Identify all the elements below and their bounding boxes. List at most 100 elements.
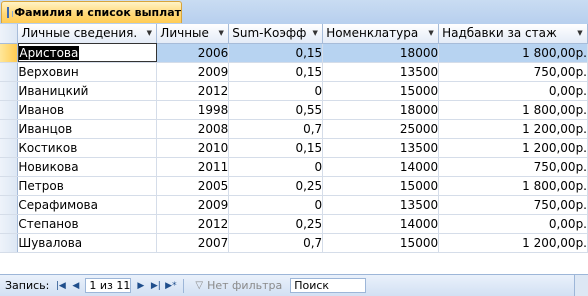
next-record-icon[interactable]: ▶: [134, 279, 147, 293]
previous-record-icon[interactable]: ◀: [69, 279, 82, 293]
table-cell[interactable]: 13500: [322, 138, 440, 158]
record-selector[interactable]: [0, 195, 19, 215]
table-cell[interactable]: 2008: [156, 119, 230, 139]
chevron-down-icon[interactable]: ▼: [576, 29, 584, 37]
table-cell[interactable]: Степанов: [17, 214, 158, 234]
table-cell[interactable]: Серафимова: [17, 195, 158, 215]
table-cell[interactable]: 0,7: [228, 119, 324, 139]
table-cell[interactable]: 2006: [156, 43, 230, 63]
record-selector[interactable]: [0, 43, 19, 63]
table-cell[interactable]: 2012: [156, 214, 230, 234]
record-position-input[interactable]: 1 из 11: [85, 278, 132, 293]
table-cell[interactable]: 750,00р.: [438, 62, 588, 82]
table-cell[interactable]: 0,25: [228, 214, 324, 234]
new-record-icon[interactable]: ▶*: [164, 279, 177, 293]
table-row[interactable]: Петров 2005 0,25 15000 1 800,00р.: [0, 176, 588, 196]
table-cell[interactable]: Иванцов: [17, 119, 158, 139]
record-selector[interactable]: [0, 176, 19, 196]
table-cell[interactable]: 0,00р.: [438, 81, 588, 101]
table-cell[interactable]: 0,15: [228, 43, 324, 63]
table-cell[interactable]: 0: [228, 157, 324, 177]
column-header-lichnye[interactable]: Личные ▼: [156, 24, 230, 44]
table-cell[interactable]: 2009: [156, 62, 230, 82]
table-cell[interactable]: Петров: [17, 176, 158, 196]
table-row[interactable]: Серафимова 2009 0 13500 750,00р.: [0, 195, 588, 215]
table-cell[interactable]: 14000: [322, 214, 440, 234]
table-row[interactable]: Шувалова 2007 0,7 15000 1 200,00р.: [0, 233, 588, 253]
record-selector[interactable]: [0, 157, 19, 177]
table-row[interactable]: Верховин 2009 0,15 13500 750,00р.: [0, 62, 588, 82]
record-selector[interactable]: [0, 214, 19, 234]
selected-cell-text: Аристова: [18, 45, 80, 60]
chevron-down-icon[interactable]: ▼: [217, 29, 225, 37]
document-tab[interactable]: Фамилия и список выплат: [1, 1, 182, 23]
table-cell[interactable]: 2010: [156, 138, 230, 158]
table-cell[interactable]: 750,00р.: [438, 195, 588, 215]
chevron-down-icon[interactable]: ▼: [427, 29, 435, 37]
table-cell[interactable]: Шувалова: [17, 233, 158, 253]
record-selector[interactable]: [0, 100, 19, 120]
table-cell[interactable]: 18000: [322, 43, 440, 63]
record-selector[interactable]: [0, 138, 19, 158]
datasheet-body: Аристова 2006 0,15 18000 1 800,00р. Верховин 2…: [0, 43, 588, 253]
table-cell[interactable]: 2011: [156, 157, 230, 177]
chevron-down-icon[interactable]: ▼: [311, 29, 319, 37]
table-cell[interactable]: 0,25: [228, 176, 324, 196]
record-selector[interactable]: [0, 119, 19, 139]
table-row[interactable]: Новикова 2011 0 14000 750,00р.: [0, 157, 588, 177]
table-cell[interactable]: Новикова: [17, 157, 158, 177]
table-cell[interactable]: 1998: [156, 100, 230, 120]
table-cell[interactable]: 15000: [322, 176, 440, 196]
table-cell[interactable]: 2005: [156, 176, 230, 196]
table-cell[interactable]: 2009: [156, 195, 230, 215]
table-cell[interactable]: 13500: [322, 62, 440, 82]
table-cell[interactable]: 1 800,00р.: [438, 43, 588, 63]
column-header-nadbavki[interactable]: Надбавки за стаж ▼: [438, 24, 588, 44]
table-row[interactable]: Иванов 1998 0,55 18000 1 800,00р.: [0, 100, 588, 120]
record-selector[interactable]: [0, 62, 19, 82]
table-cell[interactable]: 1 200,00р.: [438, 138, 588, 158]
table-cell[interactable]: 0,15: [228, 138, 324, 158]
table-row[interactable]: Костиков 2010 0,15 13500 1 200,00р.: [0, 138, 588, 158]
last-record-icon[interactable]: ▶|: [149, 279, 162, 293]
table-row[interactable]: Аристова 2006 0,15 18000 1 800,00р.: [0, 43, 588, 63]
table-cell[interactable]: Костиков: [17, 138, 158, 158]
table-row[interactable]: Степанов 2012 0,25 14000 0,00р.: [0, 214, 588, 234]
table-cell[interactable]: Аристова: [17, 43, 158, 63]
table-cell[interactable]: 0,15: [228, 62, 324, 82]
column-header-nomenklatura[interactable]: Номенклатура ▼: [322, 24, 440, 44]
column-header-familiya[interactable]: Личные сведения. ▼: [17, 24, 158, 44]
table-cell[interactable]: 15000: [322, 81, 440, 101]
table-cell[interactable]: 18000: [322, 100, 440, 120]
table-cell[interactable]: 0: [228, 195, 324, 215]
table-cell[interactable]: 2012: [156, 81, 230, 101]
filter-toggle-button[interactable]: ▽ Нет фильтра: [195, 279, 282, 292]
table-row[interactable]: Иваницкий 2012 0 15000 0,00р.: [0, 81, 588, 101]
table-cell[interactable]: 0,00р.: [438, 214, 588, 234]
datasheet-table: Личные сведения. ▼ Личные ▼ Sum-Коэфф ▼ Ном…: [0, 24, 588, 253]
table-cell[interactable]: 0,55: [228, 100, 324, 120]
table-cell[interactable]: 1 200,00р.: [438, 233, 588, 253]
record-selector[interactable]: [0, 233, 19, 253]
search-input[interactable]: Поиск: [290, 278, 367, 293]
table-cell[interactable]: 0,7: [228, 233, 324, 253]
table-cell[interactable]: 14000: [322, 157, 440, 177]
table-row[interactable]: Иванцов 2008 0,7 25000 1 200,00р.: [0, 119, 588, 139]
table-cell[interactable]: 0: [228, 81, 324, 101]
chevron-down-icon[interactable]: ▼: [145, 29, 153, 37]
table-cell[interactable]: 1 800,00р.: [438, 100, 588, 120]
first-record-icon[interactable]: |◀: [54, 279, 67, 293]
table-cell[interactable]: 15000: [322, 233, 440, 253]
table-cell[interactable]: 25000: [322, 119, 440, 139]
record-selector[interactable]: [0, 81, 19, 101]
table-cell[interactable]: Верховин: [17, 62, 158, 82]
column-header-sum-koeff[interactable]: Sum-Коэфф ▼: [228, 24, 324, 44]
table-cell[interactable]: 750,00р.: [438, 157, 588, 177]
table-cell[interactable]: 1 200,00р.: [438, 119, 588, 139]
table-cell[interactable]: 13500: [322, 195, 440, 215]
table-cell[interactable]: Иванов: [17, 100, 158, 120]
table-cell[interactable]: Иваницкий: [17, 81, 158, 101]
select-all-cell[interactable]: [0, 24, 19, 44]
table-cell[interactable]: 2007: [156, 233, 230, 253]
table-cell[interactable]: 1 800,00р.: [438, 176, 588, 196]
